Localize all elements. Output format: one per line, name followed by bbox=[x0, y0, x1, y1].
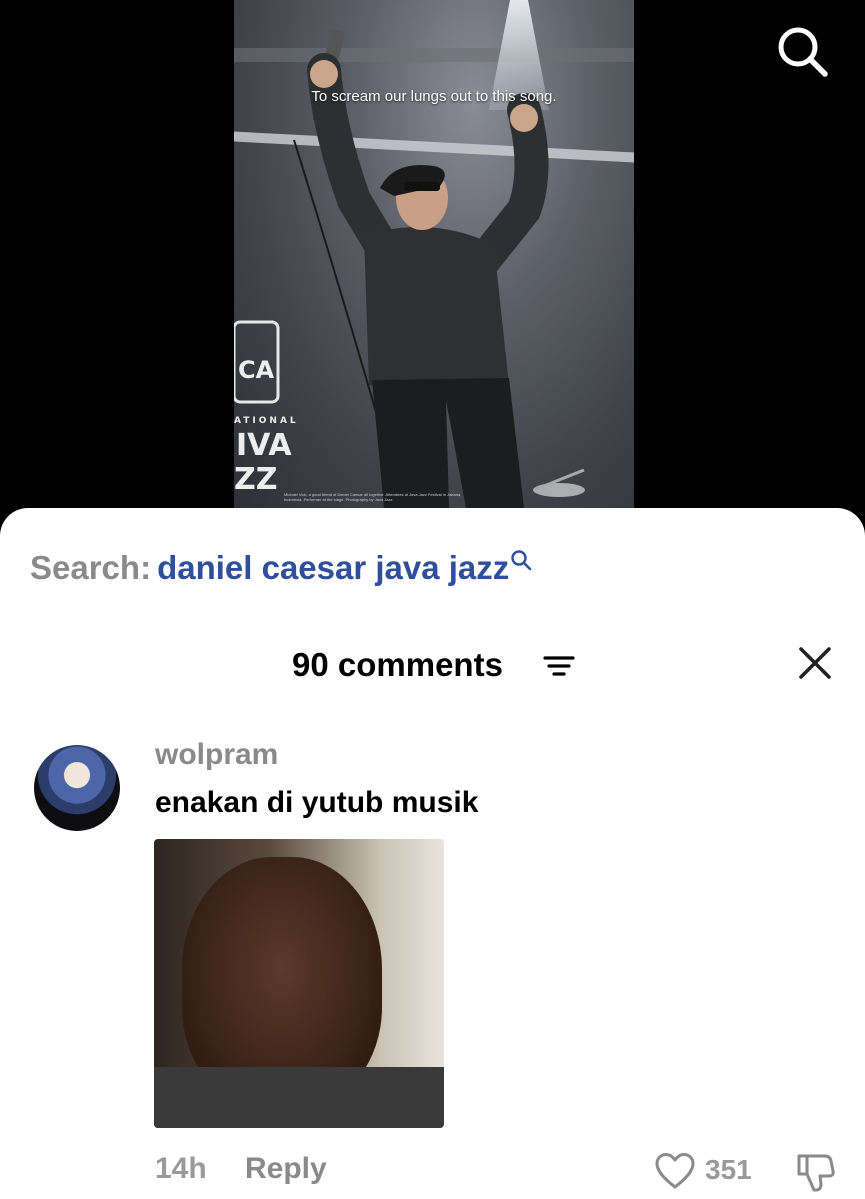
sign-zz: ZZ bbox=[234, 462, 278, 497]
search-prefix: Search: bbox=[30, 549, 152, 586]
reply-button[interactable]: Reply bbox=[245, 1152, 327, 1186]
video-caption: To scream our lungs out to this song. bbox=[311, 88, 557, 105]
search-suggestion[interactable]: Search: daniel caesar java jazz bbox=[30, 549, 532, 587]
search-query-link[interactable]: daniel caesar java jazz bbox=[157, 549, 509, 586]
sign-ational: ATIONAL bbox=[234, 416, 299, 426]
comments-count-title: 90 comments bbox=[292, 646, 503, 683]
search-suggestion-icon bbox=[511, 550, 532, 571]
sort-lines-icon[interactable] bbox=[543, 652, 575, 680]
comment-gif[interactable] bbox=[154, 839, 444, 1128]
sign-ca: CA bbox=[238, 356, 275, 384]
sign-iva: IVA bbox=[236, 428, 292, 463]
performer-illustration bbox=[234, 29, 585, 508]
heart-icon[interactable] bbox=[654, 1152, 696, 1190]
comments-sheet: Search: daniel caesar java jazz 90 commen… bbox=[0, 508, 865, 1199]
video-fineprint: Michael Vick, a good friend of Daniel Ca… bbox=[284, 492, 462, 502]
close-x-icon[interactable] bbox=[796, 644, 834, 682]
gif-shirt bbox=[154, 1067, 444, 1128]
search-icon[interactable] bbox=[775, 24, 829, 78]
commenter-avatar[interactable] bbox=[34, 745, 120, 831]
comment-text: enakan di yutub musik bbox=[155, 786, 479, 819]
comment-timestamp: 14h bbox=[155, 1152, 207, 1185]
like-count: 351 bbox=[705, 1154, 752, 1185]
video-player[interactable]: CA ATIONAL IVA ZZ To scream our lungs ou… bbox=[0, 0, 865, 530]
video-frame[interactable]: CA ATIONAL IVA ZZ To scream our lungs ou… bbox=[234, 0, 634, 508]
comment-username[interactable]: wolpram bbox=[155, 738, 278, 772]
thumbs-down-icon[interactable] bbox=[793, 1150, 837, 1194]
